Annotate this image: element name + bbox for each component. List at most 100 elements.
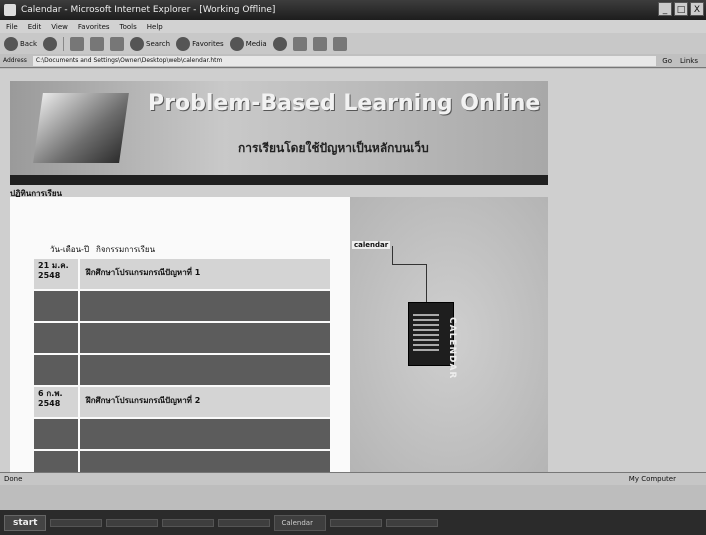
- row-date: [34, 291, 78, 321]
- hanging-wire: [426, 264, 427, 302]
- taskbar-item[interactable]: [218, 518, 271, 527]
- go-button[interactable]: Go: [662, 57, 672, 65]
- forward-button[interactable]: [43, 36, 57, 51]
- row-date: 6 ก.พ. 2548: [34, 387, 78, 417]
- star-icon: [176, 36, 191, 51]
- history-button[interactable]: [272, 36, 287, 51]
- mail-icon: [292, 36, 307, 51]
- taskbar-item[interactable]: [50, 518, 103, 527]
- menu-view[interactable]: View: [51, 23, 68, 31]
- calendar-grid: [413, 311, 439, 351]
- stop-button[interactable]: [70, 36, 84, 51]
- status-text: Done: [4, 475, 23, 483]
- search-button[interactable]: Search: [130, 36, 171, 51]
- search-label: Search: [146, 39, 171, 48]
- menu-file[interactable]: File: [6, 23, 18, 31]
- home-button[interactable]: [110, 36, 124, 51]
- table-row[interactable]: [34, 323, 330, 353]
- table-row[interactable]: [34, 451, 330, 472]
- windows-taskbar: start Calendar: [0, 510, 706, 535]
- row-topic-link[interactable]: [80, 451, 330, 472]
- taskbar-item[interactable]: [386, 518, 439, 527]
- print-button[interactable]: [312, 36, 327, 51]
- hanging-wire: [392, 264, 426, 265]
- media-icon: [229, 36, 244, 51]
- back-label: Back: [20, 39, 37, 48]
- start-button[interactable]: start: [4, 514, 47, 531]
- row-topic-link[interactable]: [80, 291, 330, 321]
- security-zone: My Computer: [628, 475, 676, 483]
- edit-button[interactable]: [332, 36, 347, 51]
- calendar-label: CALENDAR: [447, 317, 457, 380]
- row-topic-link[interactable]: ฝึกศึกษาโปรแกรมกรณีปัญหาที่ 2: [80, 387, 330, 417]
- media-button[interactable]: Media: [229, 36, 267, 51]
- close-button[interactable]: X: [690, 2, 704, 16]
- taskbar-item[interactable]: [330, 518, 383, 527]
- column-header-date: วัน-เดือน-ปี: [50, 245, 90, 254]
- history-icon: [272, 36, 287, 51]
- computer-illustration: [33, 93, 129, 163]
- print-icon: [312, 36, 327, 51]
- table-row[interactable]: [34, 355, 330, 385]
- calendar-tag: calendar: [352, 241, 391, 249]
- back-button[interactable]: Back: [4, 36, 37, 51]
- calendar-icon[interactable]: CALENDAR: [408, 302, 457, 379]
- row-date: 21 ม.ค. 2548: [34, 259, 78, 289]
- back-arrow-icon: [4, 36, 18, 51]
- menu-favorites[interactable]: Favorites: [78, 23, 110, 31]
- page-content: วัน-เดือน-ปี กิจกรรมการเรียน 21 ม.ค. 254…: [10, 197, 548, 472]
- address-input[interactable]: C:\Documents and Settings\Owner\Desktop\…: [32, 55, 657, 66]
- table-row[interactable]: [34, 419, 330, 449]
- edit-icon: [332, 36, 347, 51]
- row-topic-link[interactable]: [80, 419, 330, 449]
- table-row[interactable]: 21 ม.ค. 2548 ฝึกศึกษาโปรแกรมกรณีปัญหาที่ …: [34, 259, 330, 289]
- maximize-button[interactable]: □: [674, 2, 688, 16]
- row-topic-link[interactable]: ฝึกศึกษาโปรแกรมกรณีปัญหาที่ 1: [80, 259, 330, 289]
- taskbar-item[interactable]: [106, 518, 159, 527]
- menu-help[interactable]: Help: [147, 23, 163, 31]
- status-bar: Done My Computer: [0, 472, 706, 485]
- window-title: Calendar - Microsoft Internet Explorer -…: [21, 5, 276, 15]
- home-icon: [110, 36, 124, 51]
- favorites-button[interactable]: Favorites: [176, 36, 224, 51]
- table-row[interactable]: [34, 291, 330, 321]
- row-topic-link[interactable]: [80, 355, 330, 385]
- page-margin: [0, 485, 706, 510]
- toolbar-separator: [63, 36, 64, 51]
- browser-icon: [4, 4, 16, 16]
- favorites-label: Favorites: [192, 39, 224, 48]
- address-bar: Address C:\Documents and Settings\Owner\…: [0, 54, 706, 68]
- site-heading: Problem-Based Learning Online: [148, 91, 541, 116]
- calendar-table-panel: วัน-เดือน-ปี กิจกรรมการเรียน 21 ม.ค. 254…: [10, 197, 350, 472]
- mail-button[interactable]: [292, 36, 307, 51]
- address-label: Address: [3, 57, 27, 64]
- banner-divider: [10, 175, 548, 185]
- calendar-graphic-panel: calendar CALENDAR: [350, 197, 548, 472]
- forward-arrow-icon: [43, 36, 57, 51]
- refresh-icon: [90, 36, 104, 51]
- menu-tools[interactable]: Tools: [120, 23, 137, 31]
- row-date: [34, 355, 78, 385]
- refresh-button[interactable]: [90, 36, 104, 51]
- page-viewport: Problem-Based Learning Online การเรียนโด…: [0, 69, 706, 472]
- menu-edit[interactable]: Edit: [28, 23, 42, 31]
- column-header-topic: กิจกรรมการเรียน: [96, 245, 156, 254]
- row-topic-link[interactable]: [80, 323, 330, 353]
- search-icon: [130, 36, 144, 51]
- minimize-button[interactable]: _: [658, 2, 672, 16]
- media-label: Media: [245, 39, 267, 48]
- stop-icon: [70, 36, 84, 51]
- site-banner: Problem-Based Learning Online การเรียนโด…: [10, 81, 548, 175]
- taskbar-item[interactable]: [162, 518, 215, 527]
- window-controls: _ □ X: [658, 2, 704, 16]
- menu-bar: File Edit View Favorites Tools Help: [0, 20, 706, 33]
- row-date: [34, 419, 78, 449]
- taskbar-item[interactable]: Calendar: [274, 514, 327, 531]
- browser-toolbar: Back Search Favorites Media: [0, 33, 706, 54]
- table-header: วัน-เดือน-ปี กิจกรรมการเรียน: [50, 243, 155, 256]
- table-row[interactable]: 6 ก.พ. 2548 ฝึกศึกษาโปรแกรมกรณีปัญหาที่ 2: [34, 387, 330, 417]
- row-date: [34, 451, 78, 472]
- site-subtitle: การเรียนโดยใช้ปัญหาเป็นหลักบนเว็บ: [238, 141, 429, 155]
- hanging-wire: [392, 246, 393, 264]
- links-button[interactable]: Links: [680, 57, 698, 65]
